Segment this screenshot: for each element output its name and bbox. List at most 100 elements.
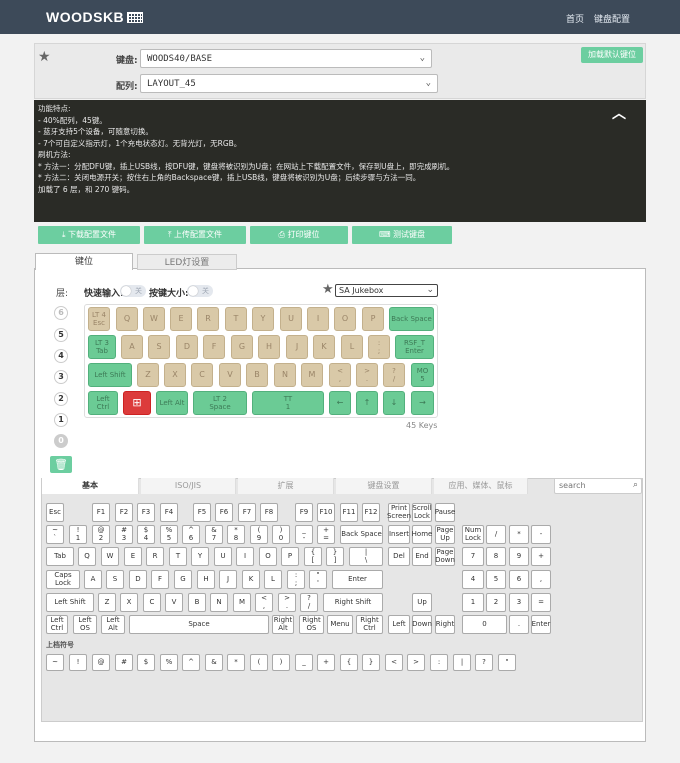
keycode-button[interactable]: B bbox=[188, 593, 206, 612]
search-input[interactable] bbox=[555, 479, 625, 492]
keycode-button[interactable]: Right bbox=[435, 615, 455, 634]
keycode-button[interactable]: V bbox=[165, 593, 183, 612]
keymap-key[interactable]: L bbox=[341, 335, 363, 359]
keycode-button[interactable]: I bbox=[236, 547, 254, 566]
trash-icon[interactable]: 🗑 bbox=[50, 456, 72, 473]
keymap-key[interactable]: Z bbox=[137, 363, 159, 387]
keycode-button[interactable]: ( bbox=[250, 654, 268, 671]
keycode-button[interactable]: ^ 6 bbox=[182, 525, 200, 544]
keymap-key[interactable]: V bbox=[219, 363, 241, 387]
layer-0-button[interactable]: 0 bbox=[54, 434, 68, 448]
keycode-button[interactable]: | \ bbox=[349, 547, 383, 566]
keymap-key[interactable]: O bbox=[334, 307, 356, 331]
keymap-key[interactable]: F bbox=[203, 335, 225, 359]
keymap-key[interactable]: ↑ bbox=[356, 391, 378, 415]
keycode-button[interactable]: Up bbox=[412, 593, 432, 612]
keycode-button[interactable]: U bbox=[214, 547, 232, 566]
keymap-key[interactable]: < , bbox=[329, 363, 351, 387]
keycode-button[interactable]: F1 bbox=[92, 503, 110, 522]
keycode-button[interactable]: F11 bbox=[340, 503, 358, 522]
keycode-button[interactable]: # bbox=[115, 654, 133, 671]
keycode-button[interactable]: 1 bbox=[462, 593, 484, 612]
keycode-button[interactable]: 5 bbox=[486, 570, 506, 589]
keycode-button[interactable]: L bbox=[264, 570, 282, 589]
keycode-button[interactable]: : ; bbox=[287, 570, 305, 589]
keycode-button[interactable]: ( 9 bbox=[250, 525, 268, 544]
keycode-button[interactable]: > . bbox=[278, 593, 296, 612]
keymap-key[interactable]: Q bbox=[116, 307, 138, 331]
keycode-button[interactable]: A bbox=[84, 570, 102, 589]
keycode-button[interactable]: Page Up bbox=[435, 525, 455, 544]
keymap-key[interactable]: B bbox=[246, 363, 268, 387]
keymap-key[interactable]: ? / bbox=[383, 363, 405, 387]
keymap-key[interactable]: TT 1 bbox=[252, 391, 324, 415]
nav-config-link[interactable]: 键盘配置 bbox=[594, 12, 630, 25]
keycode-button[interactable]: ! 1 bbox=[69, 525, 87, 544]
keycode-button[interactable]: Back Space bbox=[340, 525, 383, 544]
quick-input-toggle[interactable]: 关 bbox=[120, 285, 146, 297]
keycode-button[interactable]: C bbox=[143, 593, 161, 612]
keycode-button[interactable]: + bbox=[531, 547, 551, 566]
keymap-key[interactable]: J bbox=[286, 335, 308, 359]
keycode-button[interactable]: Space bbox=[129, 615, 269, 634]
keycode-button[interactable]: H bbox=[197, 570, 215, 589]
keycode-button[interactable]: T bbox=[169, 547, 187, 566]
keycode-button[interactable]: Num Lock bbox=[462, 525, 484, 544]
keycode-button[interactable]: ) 0 bbox=[272, 525, 290, 544]
keycode-button[interactable]: + bbox=[317, 654, 335, 671]
keycode-button[interactable]: F12 bbox=[362, 503, 380, 522]
keycode-button[interactable]: O bbox=[259, 547, 277, 566]
keycode-button[interactable]: F2 bbox=[115, 503, 133, 522]
keycode-button[interactable]: < bbox=[385, 654, 403, 671]
layer-3-button[interactable]: 3 bbox=[54, 370, 68, 384]
keycode-button[interactable]: * bbox=[509, 525, 529, 544]
logo[interactable]: WOODSKB bbox=[46, 9, 144, 25]
layer-4-button[interactable]: 4 bbox=[54, 349, 68, 363]
keycode-button[interactable]: W bbox=[101, 547, 119, 566]
layer-2-button[interactable]: 2 bbox=[54, 392, 68, 406]
tab-keymap[interactable]: 键位 bbox=[35, 253, 133, 270]
keycode-button[interactable]: | bbox=[453, 654, 471, 671]
keycode-button[interactable]: { [ bbox=[304, 547, 322, 566]
keycode-button[interactable]: @ bbox=[92, 654, 110, 671]
keymap-key[interactable]: H bbox=[258, 335, 280, 359]
keycode-button[interactable]: " bbox=[498, 654, 516, 671]
keymap-key[interactable]: : ; bbox=[368, 335, 390, 359]
download-config-button[interactable]: ⤓ 下载配置文件 bbox=[38, 226, 140, 244]
keycode-button[interactable]: & 7 bbox=[205, 525, 223, 544]
keycode-button[interactable]: < , bbox=[255, 593, 273, 612]
keycode-tab-3[interactable]: 键盘设置 bbox=[336, 478, 432, 494]
layout-select[interactable]: LAYOUT_45 ⌄ bbox=[140, 74, 438, 93]
keycode-button[interactable]: 8 bbox=[486, 547, 506, 566]
keycode-button[interactable]: N bbox=[210, 593, 228, 612]
keycode-button[interactable]: E bbox=[124, 547, 142, 566]
keymap-key[interactable]: T bbox=[225, 307, 247, 331]
keycode-button[interactable]: / bbox=[486, 525, 506, 544]
keycode-button[interactable]: Home bbox=[412, 525, 432, 544]
keycode-button[interactable]: ) bbox=[272, 654, 290, 671]
tab-led[interactable]: LED灯设置 bbox=[137, 254, 237, 270]
layer-1-button[interactable]: 1 bbox=[54, 413, 68, 427]
keycode-button[interactable]: F3 bbox=[137, 503, 155, 522]
layer-5-button[interactable]: 5 bbox=[54, 328, 68, 342]
keycode-tab-0[interactable]: 基本 bbox=[42, 478, 139, 494]
keycode-button[interactable]: Y bbox=[191, 547, 209, 566]
keycode-button[interactable]: , bbox=[531, 570, 551, 589]
collapse-chevron-up-icon[interactable]: ︿ bbox=[612, 103, 626, 123]
keycode-button[interactable]: F5 bbox=[193, 503, 211, 522]
keymap-key[interactable]: D bbox=[176, 335, 198, 359]
keycode-button[interactable]: & bbox=[205, 654, 223, 671]
keymap-key[interactable]: LT 4 Esc bbox=[88, 307, 110, 331]
star-icon[interactable]: ★ bbox=[38, 49, 51, 65]
keycode-button[interactable]: F8 bbox=[260, 503, 278, 522]
keymap-key[interactable]: Y bbox=[252, 307, 274, 331]
keycode-button[interactable]: Tab bbox=[46, 547, 74, 566]
search-box[interactable]: ⌕ bbox=[554, 478, 642, 494]
keycode-button[interactable]: F9 bbox=[295, 503, 313, 522]
keycode-tab-1[interactable]: ISO/JIS bbox=[141, 478, 236, 494]
keycode-button[interactable]: F4 bbox=[160, 503, 178, 522]
keycode-button[interactable]: { bbox=[340, 654, 358, 671]
keycode-button[interactable]: $ 4 bbox=[137, 525, 155, 544]
keymap-key[interactable]: W bbox=[143, 307, 165, 331]
keycode-button[interactable]: - bbox=[531, 525, 551, 544]
